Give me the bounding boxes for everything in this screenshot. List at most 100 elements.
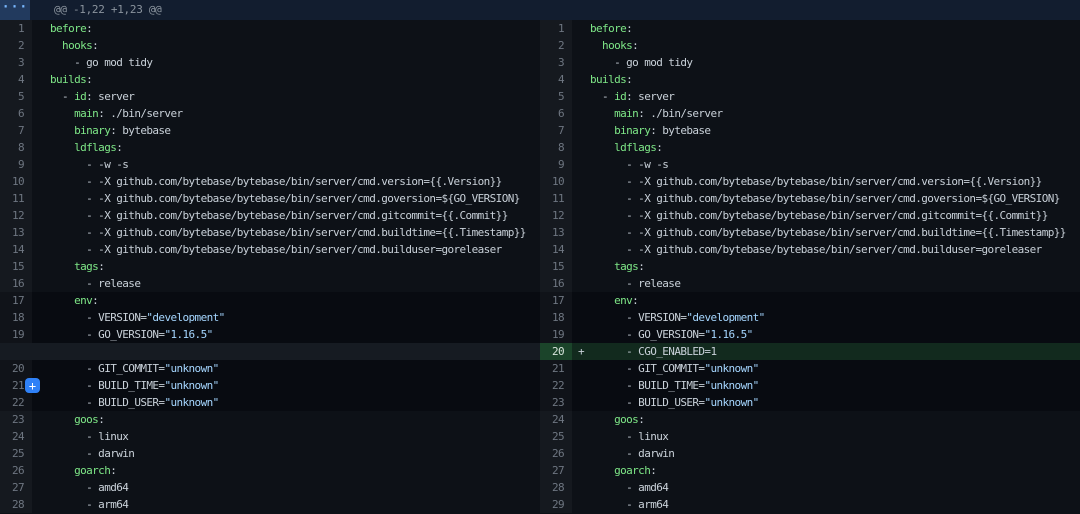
line-number[interactable]: 24: [540, 411, 572, 428]
code-text: env:: [50, 292, 540, 309]
line-number[interactable]: 27: [0, 479, 32, 496]
line-number[interactable]: 16: [0, 275, 32, 292]
add-comment-button[interactable]: +: [25, 378, 40, 393]
line-number[interactable]: 15: [540, 258, 572, 275]
empty-diff-line: [0, 343, 540, 360]
line-number[interactable]: 28: [540, 479, 572, 496]
line-number[interactable]: 7: [0, 122, 32, 139]
diff-line-right-8: 8 ldflags:: [540, 139, 1080, 156]
line-number[interactable]: 12: [540, 207, 572, 224]
diff-marker: [572, 496, 590, 513]
diff-line-right-20: 20+ - CGO_ENABLED=1: [540, 343, 1080, 360]
line-number[interactable]: 25: [0, 445, 32, 462]
line-number[interactable]: 10: [540, 173, 572, 190]
line-number[interactable]: 11: [0, 190, 32, 207]
line-number[interactable]: 26: [0, 462, 32, 479]
diff-line-left-14: 14 - -X github.com/bytebase/bytebase/bin…: [0, 241, 540, 258]
line-number[interactable]: 21: [540, 360, 572, 377]
expand-diff-button[interactable]: ···: [0, 0, 30, 20]
line-number[interactable]: 3: [540, 54, 572, 71]
line-number[interactable]: 18: [540, 309, 572, 326]
line-number[interactable]: 14: [540, 241, 572, 258]
line-number[interactable]: 20: [540, 343, 572, 360]
line-number[interactable]: 11: [540, 190, 572, 207]
line-number[interactable]: 1: [0, 20, 32, 37]
code-text: - -X github.com/bytebase/bytebase/bin/se…: [590, 241, 1080, 258]
line-number[interactable]: 29: [540, 496, 572, 513]
line-number[interactable]: 4: [0, 71, 32, 88]
line-number[interactable]: 25: [540, 428, 572, 445]
line-number[interactable]: 19: [540, 326, 572, 343]
line-number[interactable]: 19: [0, 326, 32, 343]
line-number[interactable]: 10: [0, 173, 32, 190]
line-number[interactable]: 2: [540, 37, 572, 54]
diff-line-left-28: 28 - arm64: [0, 496, 540, 513]
plus-icon: +: [29, 379, 36, 393]
code-text: - linux: [590, 428, 1080, 445]
line-number[interactable]: 9: [540, 156, 572, 173]
code-text: - id: server: [50, 88, 540, 105]
line-number[interactable]: 18: [0, 309, 32, 326]
hunk-range-text: @@ -1,22 +1,23 @@: [30, 0, 161, 20]
diff-line-left-19: 19 - GO_VERSION="1.16.5": [0, 326, 540, 343]
line-number[interactable]: 9: [0, 156, 32, 173]
line-number[interactable]: 14: [0, 241, 32, 258]
line-number[interactable]: 8: [0, 139, 32, 156]
diff-marker: [32, 462, 50, 479]
diff-marker: [572, 88, 590, 105]
line-number[interactable]: 7: [540, 122, 572, 139]
diff-marker: [32, 54, 50, 71]
line-number[interactable]: 24: [0, 428, 32, 445]
line-number[interactable]: 23: [0, 411, 32, 428]
diff-line-left-3: 3 - go mod tidy: [0, 54, 540, 71]
line-number[interactable]: 22: [540, 377, 572, 394]
line-number[interactable]: 6: [540, 105, 572, 122]
code-text: binary: bytebase: [590, 122, 1080, 139]
line-number[interactable]: 17: [0, 292, 32, 309]
code-text: - id: server: [590, 88, 1080, 105]
line-number[interactable]: 16: [540, 275, 572, 292]
code-text: goos:: [590, 411, 1080, 428]
diff-line-right-2: 2 hooks:: [540, 37, 1080, 54]
code-text: - BUILD_USER="unknown": [590, 394, 1080, 411]
line-number[interactable]: 6: [0, 105, 32, 122]
line-number[interactable]: 27: [540, 462, 572, 479]
line-number[interactable]: 17: [540, 292, 572, 309]
code-text: - GIT_COMMIT="unknown": [50, 360, 540, 377]
code-text: - GO_VERSION="1.16.5": [50, 326, 540, 343]
line-number[interactable]: 15: [0, 258, 32, 275]
diff-marker: [572, 190, 590, 207]
line-number[interactable]: 5: [540, 88, 572, 105]
code-text: - -X github.com/bytebase/bytebase/bin/se…: [50, 241, 540, 258]
diff-marker: [32, 275, 50, 292]
code-text: ldflags:: [590, 139, 1080, 156]
line-number[interactable]: 5: [0, 88, 32, 105]
line-number[interactable]: 22: [0, 394, 32, 411]
diff-line-left-26: 26 goarch:: [0, 462, 540, 479]
line-number[interactable]: 4: [540, 71, 572, 88]
line-number[interactable]: 13: [0, 224, 32, 241]
diff-marker: [32, 496, 50, 513]
diff-line-right-26: 26 - darwin: [540, 445, 1080, 462]
line-number[interactable]: 20: [0, 360, 32, 377]
diff-line-left-20: 20 - GIT_COMMIT="unknown": [0, 360, 540, 377]
diff-line-right-29: 29 - arm64: [540, 496, 1080, 513]
line-number[interactable]: 2: [0, 37, 32, 54]
line-number[interactable]: 12: [0, 207, 32, 224]
diff-line-right-5: 5 - id: server: [540, 88, 1080, 105]
line-number[interactable]: 8: [540, 139, 572, 156]
diff-marker: [32, 139, 50, 156]
line-number[interactable]: 28: [0, 496, 32, 513]
diff-line-left-8: 8 ldflags:: [0, 139, 540, 156]
line-number[interactable]: 13: [540, 224, 572, 241]
line-number[interactable]: 1: [540, 20, 572, 37]
line-number[interactable]: 26: [540, 445, 572, 462]
line-number[interactable]: 3: [0, 54, 32, 71]
diff-marker: [572, 377, 590, 394]
diff-line-left-1: 1before:: [0, 20, 540, 37]
diff-line-left-12: 12 - -X github.com/bytebase/bytebase/bin…: [0, 207, 540, 224]
code-text: main: ./bin/server: [50, 105, 540, 122]
line-number[interactable]: 23: [540, 394, 572, 411]
diff-panes: 1before:2 hooks:3 - go mod tidy4builds:5…: [0, 20, 1080, 513]
code-text: binary: bytebase: [50, 122, 540, 139]
